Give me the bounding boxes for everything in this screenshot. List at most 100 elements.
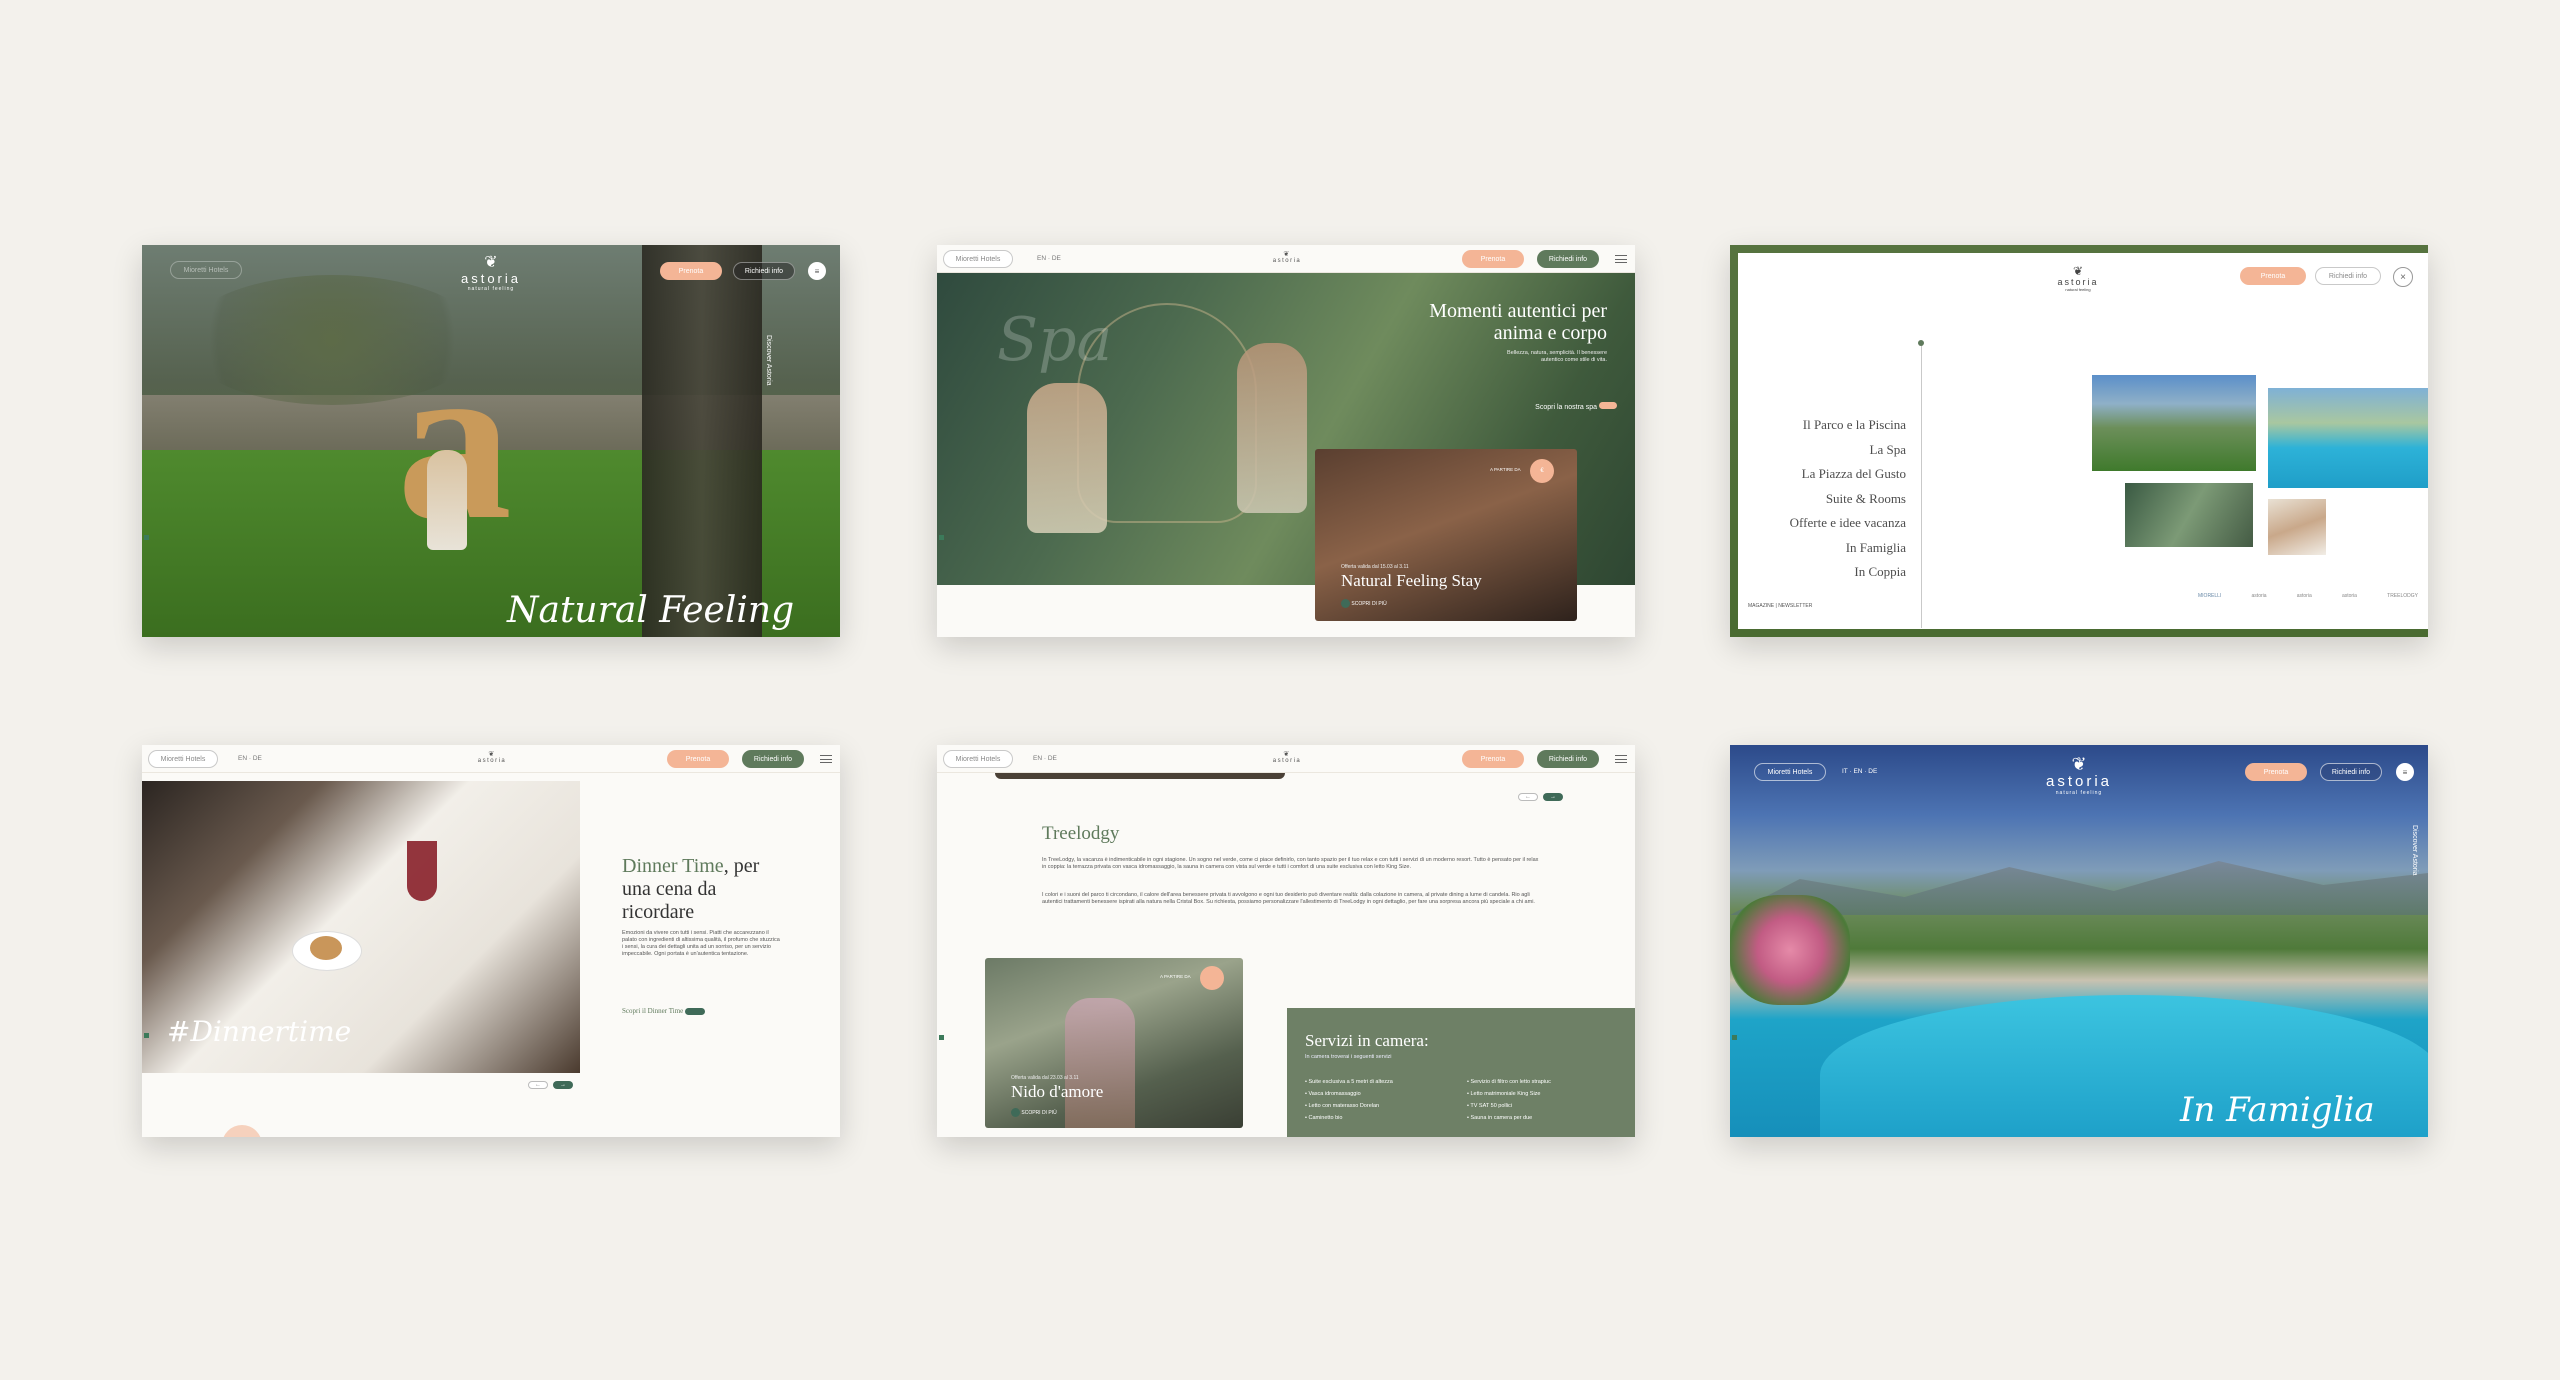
prev-slide-button[interactable]: ← [528,1081,548,1089]
request-info-button[interactable]: Richiedi info [733,262,795,280]
slide-indicator[interactable] [939,535,944,540]
hotels-pill[interactable]: Mioretti Hotels [943,250,1013,268]
offer-card[interactable]: A PARTIRE DA Offerta valida dal 23.03 al… [985,958,1243,1128]
peach-circle-decor [222,1125,262,1137]
brand-logo[interactable]: ❦ astoria [1257,750,1317,764]
slide-indicator[interactable] [1732,1035,1737,1040]
dinner-body: Emozioni da vivere con tutti i sensi. Pi… [622,930,780,957]
thumb-park-mountains[interactable] [2092,375,2256,471]
leaf-logo-icon: ❦ [488,751,496,758]
thumb-garden-plants[interactable] [2125,483,2253,547]
screen-treelodgy: Mioretti Hotels EN · DE ❦ astoria Prenota… [937,745,1635,1137]
hotels-pill[interactable]: Mioretti Hotels [1754,763,1826,781]
brand-tagline: natural feeling [2065,287,2091,292]
partner-logo-astoria-3[interactable]: astoria [2342,593,2357,599]
title-line-3: ricordare [622,901,695,923]
book-button[interactable]: Prenota [667,750,729,768]
brand-logo[interactable]: ❦ astoria natural feeling [431,254,551,293]
offer-more[interactable]: SCOPRI DI PIÙ [1341,599,1387,608]
brand-name: astoria [2045,773,2113,790]
thumb-pool[interactable] [2268,388,2428,488]
language-switcher[interactable]: IT · EN · DE [1842,768,1877,775]
dinner-time-highlight: Dinner Time [622,855,724,877]
leaf-logo-icon: ❦ [1283,251,1291,258]
menu-panel: ❦ astoria natural feeling Prenota Richie… [1738,253,2428,629]
natural-feeling-script: Natural Feeling [507,590,795,631]
brand-name: astoria [1272,258,1302,264]
menu-icon[interactable]: ≡ [2396,763,2414,781]
book-button[interactable]: Prenota [1462,250,1524,268]
in-famiglia-script: In Famiglia [2180,1090,2375,1130]
spa-script: Spa [997,305,1113,375]
slide-indicator[interactable] [939,1035,944,1040]
request-info-button[interactable]: Richiedi info [1537,250,1599,268]
brand-logo[interactable]: ❦ astoria natural feeling [2019,755,2139,796]
arrow-right-icon [685,1007,706,1015]
book-button[interactable]: Prenota [2245,763,2307,781]
hotels-pill[interactable]: Mioretti Hotels [170,261,242,279]
brand-logo[interactable]: ❦ astoria natural feeling [2038,265,2118,292]
offer-card[interactable]: € A PARTIRE DA Offerta valida dal 15.03 … [1315,449,1577,621]
language-switcher[interactable]: EN · DE [1037,255,1061,262]
couple-figures [427,450,467,550]
spa-link[interactable]: Scopri la nostra spa [1467,402,1617,411]
menu-icon[interactable]: ≡ [808,262,826,280]
menu-icon[interactable] [820,755,832,763]
discover-astoria-vertical[interactable]: Discover Astoria [2411,825,2418,905]
menu-item-park-pool[interactable]: Il Parco e la Piscina [1748,413,1906,438]
language-switcher[interactable]: EN · DE [238,755,262,762]
slide-indicator[interactable] [144,535,149,540]
partner-logo-mioretti[interactable]: MIORELLI [2198,593,2221,599]
treelodgy-paragraph-2: I colori e i suoni del parco ti circonda… [1042,892,1535,905]
menu-item-family[interactable]: In Famiglia [1748,536,1906,561]
footer-links[interactable]: MAGAZINE | NEWSLETTER [1748,603,1812,609]
partner-logo-astoria-2[interactable]: astoria [2297,593,2312,599]
brand-tagline: natural feeling [467,286,515,292]
brand-logo[interactable]: ❦ astoria [1257,250,1317,264]
book-button[interactable]: Prenota [660,262,722,280]
prev-slide-button[interactable]: ← [1518,793,1538,801]
slide-indicator[interactable] [144,1033,149,1038]
services-right-list: • Servizio di filtro con letto strapiuc … [1467,1076,1627,1124]
menu-item-spa[interactable]: La Spa [1748,438,1906,463]
hotels-pill[interactable]: Mioretti Hotels [943,750,1013,768]
title-line-1: Momenti autentici per [1429,300,1607,322]
oleander-bushes [1730,895,1850,1005]
book-button[interactable]: Prenota [1462,750,1524,768]
close-icon[interactable]: × [2393,267,2413,287]
brand-tagline: natural feeling [2055,790,2103,796]
menu-item-suite-rooms[interactable]: Suite & Rooms [1748,487,1906,512]
thumb-breakfast[interactable] [2268,499,2326,555]
brand-logo[interactable]: ❦ astoria [462,750,522,764]
woman-left [1027,383,1107,533]
partner-logo-treelodgy[interactable]: TREELODGY [2387,593,2418,599]
hotels-pill[interactable]: Mioretti Hotels [148,750,218,768]
request-info-button[interactable]: Richiedi info [2320,763,2382,781]
dinner-link[interactable]: Scopri il Dinner Time [622,1007,706,1015]
menu-item-offers[interactable]: Offerte e idee vacanza [1748,511,1906,536]
menu-item-piazza-gusto[interactable]: La Piazza del Gusto [1748,462,1906,487]
offer-title: Nido d'amore [1011,1082,1104,1101]
partner-logo-astoria-1[interactable]: astoria [2252,593,2267,599]
leaf-logo-icon: ❦ [1283,751,1291,758]
offer-more[interactable]: SCOPRI DI PIÙ [1011,1108,1057,1117]
menu-item-couple[interactable]: In Coppia [1748,560,1906,585]
offer-more-text: SCOPRI DI PIÙ [1351,600,1387,607]
menu-icon[interactable] [1615,255,1627,263]
request-info-button[interactable]: Richiedi info [1537,750,1599,768]
request-info-button[interactable]: Richiedi info [742,750,804,768]
spa-link-text: Scopri la nostra spa [1535,404,1598,411]
next-slide-button[interactable]: → [1543,793,1563,801]
language-switcher[interactable]: EN · DE [1033,755,1057,762]
service-item: • TV SAT 50 pollici [1467,1103,1513,1109]
couple-figures [1065,998,1135,1128]
menu-icon[interactable] [1615,755,1627,763]
dinner-link-text: Scopri il Dinner Time [622,1007,684,1015]
screen-in-famiglia: Mioretti Hotels IT · EN · DE ❦ astoria n… [1730,745,2428,1137]
book-button[interactable]: Prenota [2240,267,2306,285]
discover-astoria-vertical[interactable]: Discover Astoria [765,335,772,415]
service-item: • Sauna in camera per due [1467,1115,1533,1121]
leaf-logo-icon: ❦ [484,254,498,271]
next-slide-button[interactable]: → [553,1081,573,1089]
request-info-button[interactable]: Richiedi info [2315,267,2381,285]
